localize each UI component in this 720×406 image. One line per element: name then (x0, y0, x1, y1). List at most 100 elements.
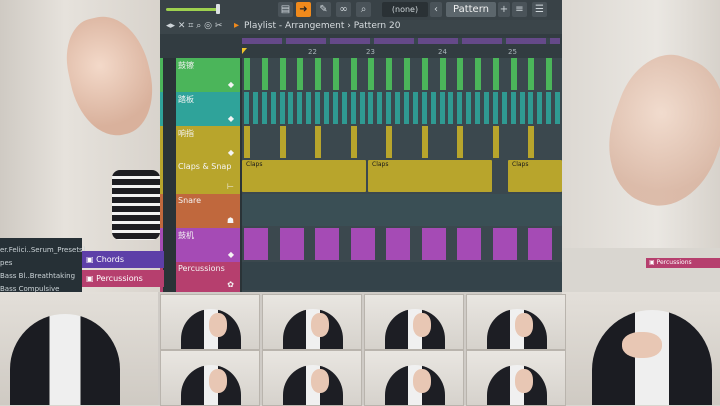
pattern-clip[interactable] (457, 126, 464, 158)
pattern-clip[interactable] (279, 228, 304, 260)
track-lane[interactable] (242, 194, 562, 229)
pattern-clip[interactable] (341, 92, 347, 124)
pattern-clip[interactable] (279, 126, 286, 158)
pattern-clip[interactable] (555, 92, 561, 124)
browser-item[interactable]: Bass Bl..Breathtaking (0, 272, 75, 280)
playhead-marker-icon[interactable] (242, 48, 247, 54)
claps-clip[interactable]: Claps (242, 160, 366, 192)
pattern-clip[interactable] (368, 92, 374, 124)
pattern-clip[interactable] (492, 228, 517, 260)
pattern-clip[interactable] (430, 92, 436, 124)
arrow-right-icon[interactable]: ➜ (296, 2, 311, 17)
pattern-clip[interactable] (350, 126, 357, 158)
pattern-clip[interactable] (510, 92, 516, 124)
pattern-clip[interactable] (546, 92, 552, 124)
pattern-clip[interactable] (279, 92, 285, 124)
pattern-clip[interactable] (315, 228, 340, 260)
track-lane[interactable] (242, 58, 562, 93)
selection-dropdown[interactable]: (none) (382, 2, 428, 17)
pattern-clip[interactable] (306, 92, 312, 124)
pattern-clip[interactable] (324, 92, 329, 124)
pattern-clip[interactable] (421, 126, 428, 158)
pattern-clip[interactable] (332, 92, 338, 124)
percussions-clip-right[interactable]: ▣ Percussions (646, 258, 720, 268)
pattern-clip[interactable] (448, 92, 454, 124)
nav-arrows-icon[interactable]: ◂▸ ✕ ⌗ ⌕ ◎ ✂ (166, 21, 222, 31)
volume-knob[interactable] (216, 4, 220, 14)
track-header[interactable]: 响指 ◆ (176, 126, 240, 160)
pattern-clip[interactable] (270, 92, 276, 124)
pattern-clip[interactable] (350, 228, 375, 260)
mixer-icon[interactable]: ≡ (512, 2, 527, 17)
pattern-clip[interactable] (475, 92, 481, 124)
pattern-clip[interactable] (421, 228, 446, 260)
percussions-clip-left[interactable]: ▣ Percussions (82, 270, 164, 287)
pattern-clip[interactable] (350, 58, 357, 90)
pattern-clip[interactable] (546, 58, 553, 90)
browser-item[interactable]: er.Felici..Serum_Presets] (0, 246, 85, 254)
pattern-clip[interactable] (457, 92, 463, 124)
track-lane[interactable] (242, 228, 562, 263)
pattern-clip[interactable] (315, 126, 322, 158)
track-header[interactable]: 鼓机 ◆ (176, 228, 240, 262)
pattern-clip[interactable] (261, 58, 268, 90)
pattern-clip[interactable] (484, 92, 489, 124)
pattern-clip[interactable] (537, 92, 543, 124)
playlist-icon[interactable]: ☰ (532, 2, 547, 17)
pattern-clip[interactable] (315, 92, 321, 124)
pattern-clip[interactable] (439, 92, 445, 124)
pattern-clip[interactable] (288, 92, 294, 124)
pattern-clip[interactable] (332, 58, 339, 90)
pattern-clip[interactable] (492, 58, 499, 90)
playlist-lanes[interactable]: Claps Claps Claps (242, 58, 562, 292)
prev-pattern-icon[interactable]: ‹ (430, 2, 442, 17)
pattern-clip[interactable] (297, 92, 303, 124)
brush-icon[interactable]: ✎ (316, 2, 331, 17)
pattern-clip[interactable] (386, 58, 393, 90)
track-header[interactable]: 鼓镲 ◆ (176, 58, 240, 92)
chords-clip[interactable]: ▣ Chords (82, 251, 164, 268)
pattern-clip[interactable] (244, 58, 250, 90)
track-header[interactable]: Claps & Snap ⊢ (176, 160, 240, 194)
track-lane[interactable] (242, 126, 562, 161)
pattern-clip[interactable] (297, 58, 304, 90)
track-lane[interactable] (242, 92, 562, 127)
link-icon[interactable]: ∞ (336, 2, 351, 17)
pattern-clip[interactable] (439, 58, 446, 90)
pattern-clip[interactable] (279, 58, 286, 90)
timeline-ruler[interactable]: 22 23 24 25 (160, 34, 562, 59)
pattern-clip[interactable] (404, 92, 409, 124)
claps-clip[interactable]: Claps (508, 160, 562, 192)
pattern-clip[interactable] (492, 92, 498, 124)
pattern-clip[interactable] (528, 92, 534, 124)
pattern-clip[interactable] (377, 92, 383, 124)
track-lane[interactable] (242, 262, 562, 292)
pattern-clip[interactable] (412, 92, 418, 124)
pattern-clip[interactable] (492, 126, 499, 158)
volume-slider[interactable] (166, 8, 218, 11)
pattern-clip[interactable] (244, 228, 268, 260)
pattern-clip[interactable] (519, 92, 525, 124)
pattern-clip[interactable] (368, 58, 375, 90)
pattern-clip[interactable] (350, 92, 356, 124)
pattern-clip[interactable] (475, 58, 482, 90)
track-header[interactable]: Percussions ✿ (176, 262, 240, 292)
pattern-clip[interactable] (457, 58, 464, 90)
pattern-clip[interactable] (421, 58, 428, 90)
pattern-clip[interactable] (261, 92, 267, 124)
pattern-clip[interactable] (404, 58, 410, 90)
piano-icon[interactable]: ▤ (278, 2, 293, 17)
zoom-icon[interactable]: ⌕ (356, 2, 371, 17)
pattern-clip[interactable] (244, 92, 249, 124)
pattern-clip[interactable] (510, 58, 517, 90)
track-lane[interactable]: Claps Claps Claps (242, 160, 562, 195)
pattern-clip[interactable] (244, 126, 250, 158)
pattern-clip[interactable] (359, 92, 365, 124)
claps-clip[interactable]: Claps (368, 160, 492, 192)
pattern-clip[interactable] (466, 92, 472, 124)
pattern-clip[interactable] (252, 92, 258, 124)
pattern-clip[interactable] (528, 126, 535, 158)
pattern-clip[interactable] (528, 228, 553, 260)
percussion-lane-fill[interactable] (242, 262, 562, 290)
add-pattern-icon[interactable]: + (498, 2, 510, 17)
